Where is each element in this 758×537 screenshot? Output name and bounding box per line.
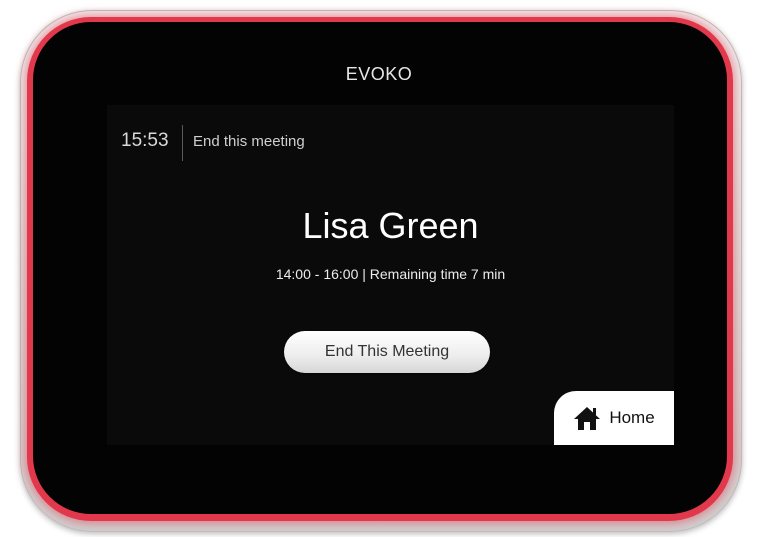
clock: 15:53 — [121, 130, 169, 151]
end-meeting-button-label: End This Meeting — [324, 343, 450, 360]
meeting-time-info: 14:00 - 16:00 | Remaining time 7 min — [275, 266, 506, 282]
meeting-organizer: Lisa Green — [302, 205, 479, 246]
touch-screen: 15:53 End this meeting Lisa Green 14:00 … — [107, 105, 674, 445]
end-meeting-button[interactable]: End This Meeting — [284, 331, 490, 373]
home-icon — [574, 407, 601, 430]
end-meeting-link[interactable]: End this meeting — [193, 133, 305, 150]
brand-logo: EVOKO — [345, 64, 413, 84]
home-button-label: Home — [609, 408, 655, 427]
home-button[interactable]: Home — [554, 391, 674, 445]
header-divider — [182, 125, 183, 161]
